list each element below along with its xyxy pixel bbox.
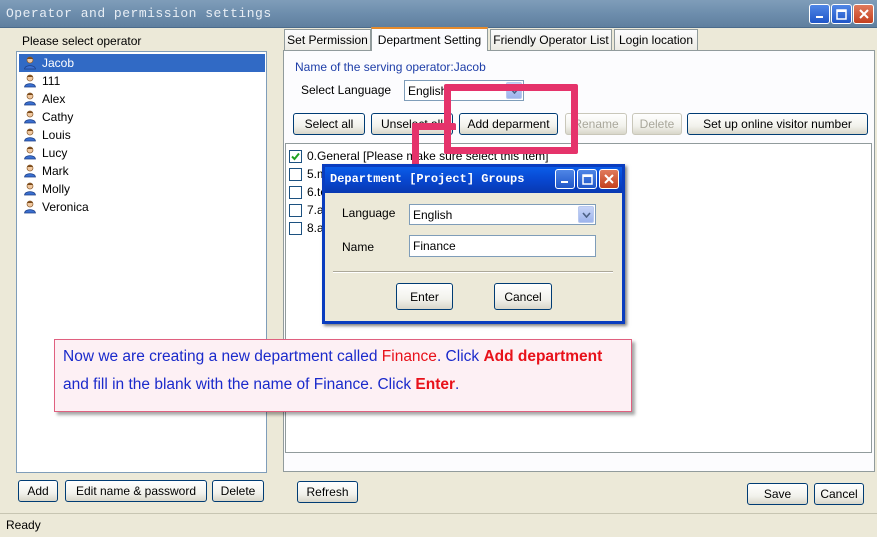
minimize-icon [561, 181, 568, 183]
operator-name: Jacob [42, 56, 75, 70]
status-bar: Ready [0, 513, 877, 537]
dialog-language-value: English [413, 207, 453, 222]
minimize-button[interactable] [809, 4, 830, 24]
operator-name: Alex [42, 92, 66, 106]
delete-operator-button[interactable]: Delete [212, 480, 264, 502]
dialog-close-button[interactable] [599, 169, 619, 189]
checkbox[interactable] [289, 221, 302, 235]
callout-text-3: . Click [436, 348, 484, 365]
callout-text-5: and fill in the blank with the name of F… [63, 376, 416, 393]
callout-text-2: Finance [381, 348, 437, 365]
save-button[interactable]: Save [747, 483, 808, 505]
department-item[interactable]: 0.General [Please make sure select this … [289, 147, 548, 165]
checkbox[interactable] [289, 167, 302, 181]
dialog-maximize-button[interactable] [577, 169, 597, 189]
user-icon [24, 146, 36, 160]
department-name-input[interactable]: Finance [409, 235, 596, 257]
operator-item[interactable]: 111 [19, 72, 265, 90]
select-language-label: Select Language [301, 83, 392, 97]
window-titlebar: Operator and permission settings [0, 0, 877, 28]
department-item[interactable]: 8.a [289, 219, 324, 237]
dialog-cancel-button[interactable]: Cancel [494, 283, 552, 310]
checkbox-checked[interactable] [289, 149, 302, 163]
department-item[interactable]: 7.a [289, 201, 324, 219]
language-select[interactable]: English [404, 80, 524, 101]
operator-name: Molly [42, 182, 71, 196]
dialog-enter-button[interactable]: Enter [396, 283, 453, 310]
maximize-icon [581, 173, 593, 185]
user-icon [24, 182, 36, 196]
operator-name: Cathy [42, 110, 74, 124]
operator-item[interactable]: Veronica [19, 198, 265, 216]
add-operator-button[interactable]: Add [18, 480, 58, 502]
dialog-titlebar: Department [Project] Groups [325, 167, 622, 193]
operator-item[interactable]: Jacob [19, 54, 265, 72]
close-button[interactable] [853, 4, 874, 24]
operator-item[interactable]: Alex [19, 90, 265, 108]
dialog-title: Department [Project] Groups [330, 172, 525, 186]
dialog-name-label: Name [342, 240, 375, 254]
callout-text-7: . [455, 376, 460, 393]
close-icon [604, 174, 614, 184]
dialog-divider [333, 271, 613, 273]
operator-name: Mark [42, 164, 69, 178]
tab-department-setting[interactable]: Department Setting [371, 27, 488, 51]
delete-department-button[interactable]: Delete [632, 113, 682, 135]
language-select-value: English [408, 83, 448, 98]
operator-item[interactable]: Molly [19, 180, 265, 198]
user-icon [24, 110, 36, 124]
checkbox[interactable] [289, 203, 302, 217]
refresh-button[interactable]: Refresh [297, 481, 358, 503]
user-icon [24, 200, 36, 214]
close-icon [858, 9, 869, 19]
minimize-icon [815, 16, 823, 18]
callout-text-1: Now we are creating a new department cal… [63, 348, 382, 365]
callout-text-6: Enter [415, 376, 456, 393]
edit-operator-button[interactable]: Edit name & password [65, 480, 207, 502]
operator-name: Lucy [42, 146, 68, 160]
operator-heading: Please select operator [22, 34, 142, 48]
department-item-label: 0.General [Please make sure select this … [307, 149, 549, 163]
checkbox[interactable] [289, 185, 302, 199]
tab-set-permission[interactable]: Set Permission [284, 29, 371, 50]
tab-login-location[interactable]: Login location [614, 29, 698, 50]
user-icon [24, 92, 36, 106]
dialog-language-label: Language [342, 206, 396, 220]
user-icon [24, 56, 36, 70]
user-icon [24, 164, 36, 178]
operator-item[interactable]: Louis [19, 126, 265, 144]
user-icon [24, 74, 36, 88]
operator-item[interactable]: Lucy [19, 144, 265, 162]
unselect-all-button[interactable]: Unselect all [371, 113, 453, 135]
maximize-icon [836, 8, 847, 20]
chevron-down-icon[interactable] [506, 82, 522, 99]
operator-name: 111 [42, 74, 61, 88]
callout-text-4: Add department [483, 348, 603, 365]
cancel-button[interactable]: Cancel [814, 483, 864, 505]
tab-strip: Set Permission Department Setting Friend… [284, 27, 874, 51]
instruction-callout: Now we are creating a new department cal… [54, 339, 632, 412]
add-department-button[interactable]: Add deparment [459, 113, 558, 135]
operator-name: Louis [42, 128, 71, 142]
maximize-button[interactable] [831, 4, 852, 24]
tab-friendly-operator-list[interactable]: Friendly Operator List [490, 29, 612, 50]
callout-line-2: and fill in the blank with the name of F… [63, 371, 623, 399]
department-dialog: Department [Project] Groups Language Eng… [322, 164, 625, 324]
serving-operator-label: Name of the serving operator:Jacob [295, 60, 486, 74]
chevron-down-icon[interactable] [578, 206, 594, 223]
rename-button[interactable]: Rename [565, 113, 627, 135]
window-title: Operator and permission settings [6, 6, 272, 21]
status-text: Ready [6, 518, 41, 532]
user-icon [24, 128, 36, 142]
department-name-value: Finance [413, 239, 456, 253]
operator-name: Veronica [42, 200, 89, 214]
online-visitor-button[interactable]: Set up online visitor number [687, 113, 868, 135]
select-all-button[interactable]: Select all [293, 113, 365, 135]
dialog-minimize-button[interactable] [555, 169, 575, 189]
operator-item[interactable]: Mark [19, 162, 265, 180]
dialog-language-select[interactable]: English [409, 204, 596, 225]
callout-line-1: Now we are creating a new department cal… [63, 343, 623, 371]
operator-item[interactable]: Cathy [19, 108, 265, 126]
